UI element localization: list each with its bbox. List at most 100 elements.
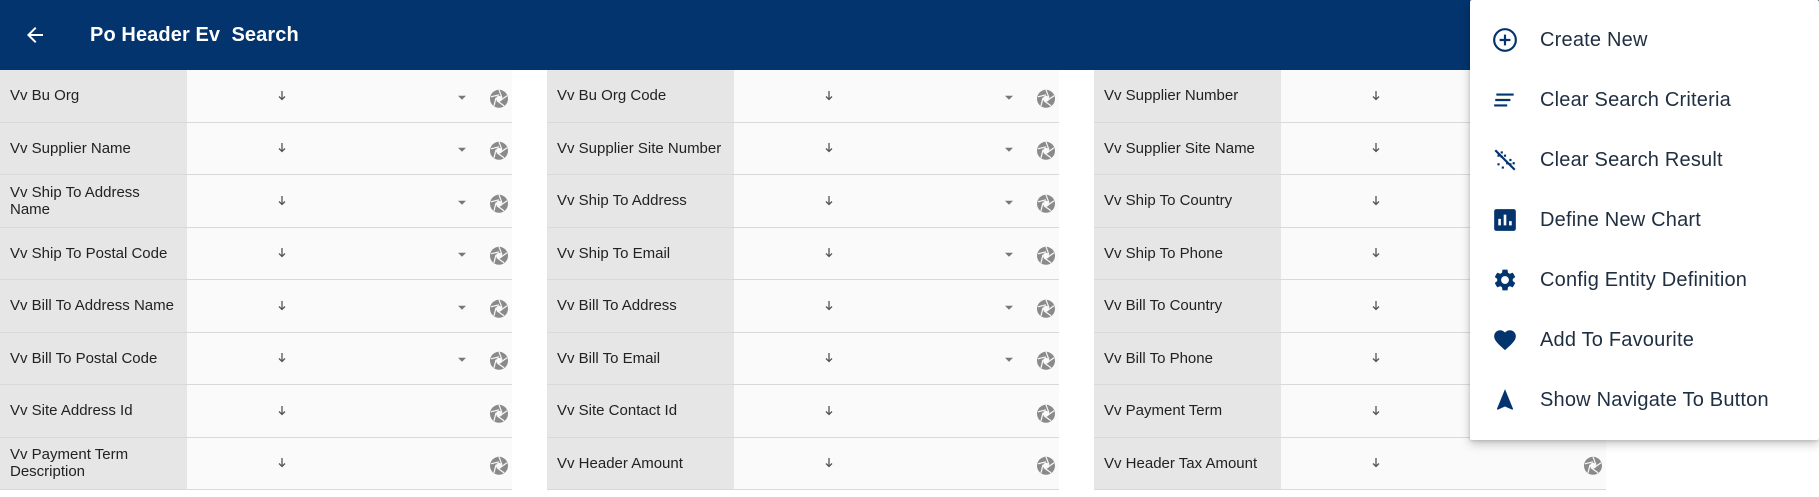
- clear-result-icon: [1492, 147, 1518, 173]
- criteria-input[interactable]: [187, 437, 512, 489]
- criteria-input[interactable]: [734, 437, 1059, 489]
- criteria-input[interactable]: [187, 332, 512, 384]
- menu-item-define-new-chart[interactable]: Define New Chart: [1470, 190, 1819, 250]
- dropdown-arrow-icon[interactable]: [1004, 95, 1014, 101]
- dropdown-arrow-icon[interactable]: [457, 95, 467, 101]
- menu-item-clear-search-criteria[interactable]: Clear Search Criteria: [1470, 70, 1819, 130]
- arrow-left-icon: [27, 27, 43, 43]
- criteria-label: Vv Supplier Site Number: [547, 122, 734, 174]
- sort-arrow-icon[interactable]: [1371, 352, 1381, 364]
- dropdown-arrow-icon[interactable]: [457, 252, 467, 258]
- menu-item-clear-search-result[interactable]: Clear Search Result: [1470, 130, 1819, 190]
- dropdown-arrow-icon[interactable]: [457, 357, 467, 363]
- dropdown-arrow-icon[interactable]: [457, 200, 467, 206]
- criteria-row: Vv Payment Term Description: [0, 437, 512, 490]
- sort-arrow-icon[interactable]: [824, 352, 834, 364]
- sort-arrow-icon[interactable]: [1371, 90, 1381, 102]
- criteria-input[interactable]: [734, 175, 1059, 227]
- sort-arrow-icon[interactable]: [277, 352, 287, 364]
- sort-arrow-icon[interactable]: [824, 90, 834, 102]
- sort-arrow-icon[interactable]: [277, 247, 287, 259]
- criteria-input[interactable]: [187, 175, 512, 227]
- aperture-icon[interactable]: [489, 194, 509, 214]
- aperture-icon[interactable]: [489, 299, 509, 319]
- dropdown-arrow-icon[interactable]: [457, 305, 467, 311]
- criteria-input[interactable]: [1281, 437, 1606, 489]
- criteria-input[interactable]: [734, 385, 1059, 437]
- sort-arrow-icon[interactable]: [824, 300, 834, 312]
- clear-criteria-icon: [1492, 87, 1518, 113]
- aperture-icon[interactable]: [1036, 404, 1056, 424]
- menu-item-config-entity-definition[interactable]: Config Entity Definition: [1470, 250, 1819, 310]
- aperture-icon[interactable]: [489, 141, 509, 161]
- menu-item-label: Create New: [1540, 28, 1648, 51]
- back-button[interactable]: [0, 0, 70, 70]
- aperture-icon[interactable]: [1036, 194, 1056, 214]
- sort-arrow-icon[interactable]: [277, 195, 287, 207]
- gear-icon: [1492, 267, 1518, 293]
- aperture-icon[interactable]: [1036, 246, 1056, 266]
- criteria-input[interactable]: [187, 227, 512, 279]
- criteria-label: Vv Bill To Country: [1094, 280, 1281, 332]
- sort-arrow-icon[interactable]: [824, 457, 834, 469]
- sort-arrow-icon[interactable]: [277, 142, 287, 154]
- dropdown-arrow-icon[interactable]: [1004, 147, 1014, 153]
- criteria-input[interactable]: [734, 227, 1059, 279]
- sort-arrow-icon[interactable]: [824, 142, 834, 154]
- sort-arrow-icon[interactable]: [1371, 247, 1381, 259]
- criteria-label: Vv Bill To Email: [547, 332, 734, 384]
- criteria-row: Vv Bill To Postal Code: [0, 332, 512, 385]
- aperture-icon[interactable]: [489, 351, 509, 371]
- sort-arrow-icon[interactable]: [277, 405, 287, 417]
- criteria-input[interactable]: [187, 280, 512, 332]
- criteria-input[interactable]: [187, 70, 512, 122]
- criteria-row: Vv Supplier Name: [0, 122, 512, 175]
- dropdown-arrow-icon[interactable]: [1004, 305, 1014, 311]
- criteria-row: Vv Ship To Address Name: [0, 175, 512, 228]
- aperture-icon[interactable]: [1036, 351, 1056, 371]
- sort-arrow-icon[interactable]: [1371, 300, 1381, 312]
- aperture-icon[interactable]: [489, 89, 509, 109]
- criteria-input[interactable]: [734, 122, 1059, 174]
- dropdown-arrow-icon[interactable]: [457, 147, 467, 153]
- sort-arrow-icon[interactable]: [824, 247, 834, 259]
- aperture-icon[interactable]: [489, 456, 509, 476]
- menu-item-label: Show Navigate To Button: [1540, 388, 1769, 411]
- sort-arrow-icon[interactable]: [1371, 405, 1381, 417]
- menu-item-label: Add To Favourite: [1540, 328, 1695, 351]
- criteria-input[interactable]: [734, 70, 1059, 122]
- aperture-icon[interactable]: [1036, 456, 1056, 476]
- criteria-row: Vv Site Contact Id: [547, 385, 1059, 438]
- sort-arrow-icon[interactable]: [277, 90, 287, 102]
- aperture-icon[interactable]: [1036, 141, 1056, 161]
- aperture-icon[interactable]: [489, 404, 509, 424]
- aperture-icon[interactable]: [489, 246, 509, 266]
- criteria-label: Vv Bill To Address Name: [0, 280, 187, 332]
- criteria-input[interactable]: [734, 280, 1059, 332]
- criteria-input[interactable]: [734, 332, 1059, 384]
- criteria-label: Vv Payment Term: [1094, 385, 1281, 437]
- heart-icon: [1492, 327, 1518, 353]
- sort-arrow-icon[interactable]: [277, 457, 287, 469]
- menu-item-create-new[interactable]: Create New: [1470, 10, 1819, 70]
- aperture-icon[interactable]: [1036, 299, 1056, 319]
- criteria-input[interactable]: [187, 122, 512, 174]
- aperture-icon[interactable]: [1583, 456, 1603, 476]
- menu-item-show-navigate-to-button[interactable]: Show Navigate To Button: [1470, 370, 1819, 430]
- dropdown-arrow-icon[interactable]: [1004, 357, 1014, 363]
- criteria-label: Vv Supplier Site Name: [1094, 122, 1281, 174]
- sort-arrow-icon[interactable]: [1371, 195, 1381, 207]
- sort-arrow-icon[interactable]: [824, 405, 834, 417]
- criteria-label: Vv Payment Term Description: [0, 437, 187, 489]
- sort-arrow-icon[interactable]: [277, 300, 287, 312]
- menu-item-label: Define New Chart: [1540, 208, 1702, 231]
- sort-arrow-icon[interactable]: [1371, 142, 1381, 154]
- criteria-input[interactable]: [187, 385, 512, 437]
- aperture-icon[interactable]: [1036, 89, 1056, 109]
- menu-item-label: Config Entity Definition: [1540, 268, 1748, 291]
- dropdown-arrow-icon[interactable]: [1004, 252, 1014, 258]
- sort-arrow-icon[interactable]: [1371, 457, 1381, 469]
- sort-arrow-icon[interactable]: [824, 195, 834, 207]
- menu-item-add-to-favourite[interactable]: Add To Favourite: [1470, 310, 1819, 370]
- dropdown-arrow-icon[interactable]: [1004, 200, 1014, 206]
